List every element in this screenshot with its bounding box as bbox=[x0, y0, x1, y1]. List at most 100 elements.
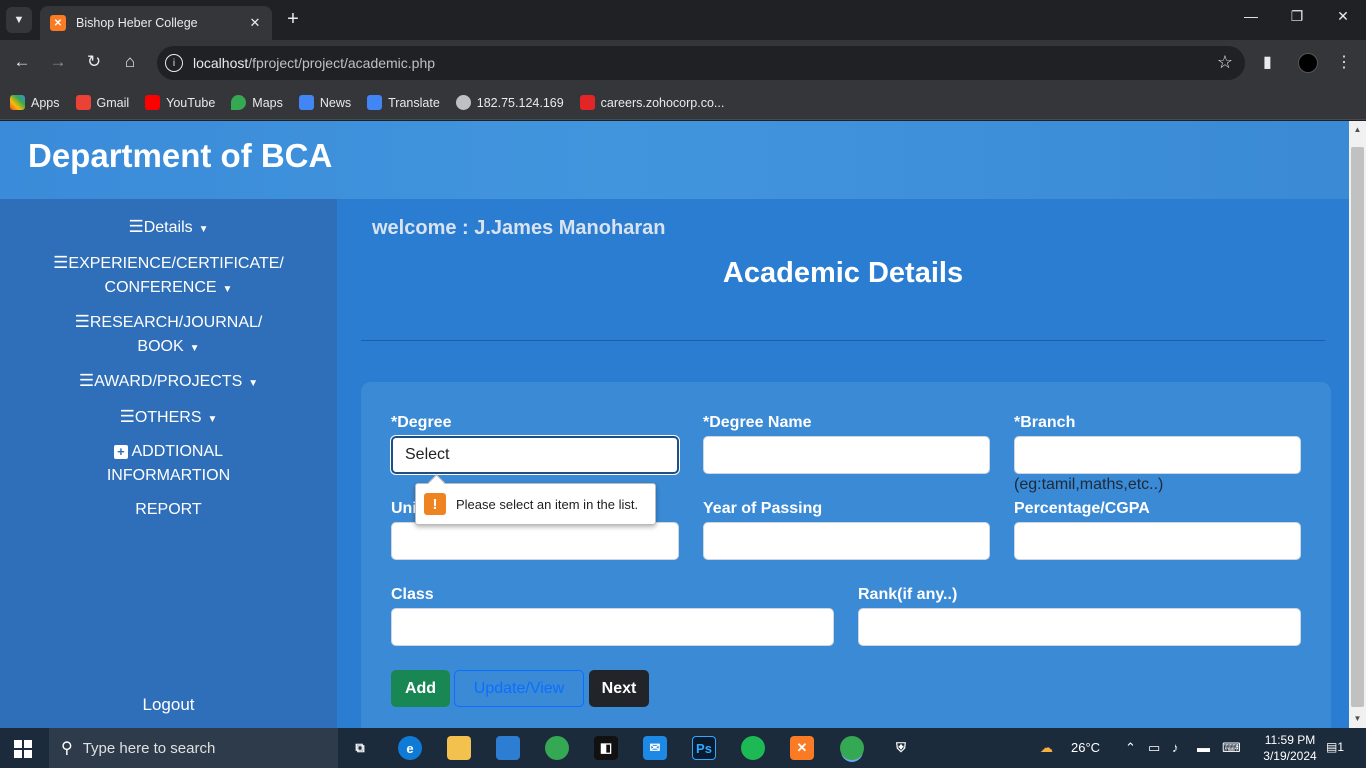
year-of-passing-input[interactable] bbox=[703, 522, 990, 560]
spotify-icon[interactable] bbox=[741, 736, 765, 760]
sidebar-item-others[interactable]: ☰OTHERS ▼ bbox=[0, 405, 337, 432]
add-button[interactable]: Add bbox=[391, 670, 450, 707]
youtube-icon bbox=[145, 95, 161, 110]
hamburger-icon: ☰ bbox=[119, 407, 135, 426]
bookmark-apps[interactable]: Apps bbox=[10, 95, 60, 110]
profile-avatar[interactable] bbox=[1298, 53, 1318, 73]
branch-label: *Branch bbox=[1014, 414, 1076, 431]
taskbar-clock[interactable]: 11:59 PM 3/19/2024 bbox=[1255, 732, 1325, 764]
degree-name-input[interactable] bbox=[703, 436, 990, 474]
scroll-down-icon[interactable]: ▼ bbox=[1349, 714, 1366, 723]
volume-icon[interactable]: ♪ bbox=[1172, 740, 1179, 755]
bookmark-ip[interactable]: 182.75.124.169 bbox=[455, 95, 564, 110]
bookmark-label: Apps bbox=[31, 95, 60, 110]
home-icon[interactable]: ⌂ bbox=[118, 52, 142, 72]
bookmark-maps[interactable]: Maps bbox=[231, 95, 283, 110]
network-icon[interactable]: ▭ bbox=[1148, 740, 1160, 756]
sidebar-item-label: AWARD/PROJECTS bbox=[94, 373, 243, 390]
keyboard-icon[interactable]: ⌨ bbox=[1222, 740, 1241, 756]
logout-link[interactable]: Logout bbox=[0, 695, 337, 715]
bookmark-label: careers.zohocorp.co... bbox=[600, 95, 725, 110]
hamburger-icon: ☰ bbox=[74, 312, 90, 331]
site-info-icon[interactable]: i bbox=[165, 54, 183, 72]
tooltip-text: Please select an item in the list. bbox=[456, 496, 639, 512]
branch-input[interactable] bbox=[1014, 436, 1301, 474]
sidebar-item-report[interactable]: REPORT bbox=[0, 498, 337, 522]
sidebar-item-experience[interactable]: ☰EXPERIENCE/CERTIFICATE/ CONFERENCE ▼ bbox=[0, 251, 337, 302]
sidebar-item-label: CONFERENCE bbox=[104, 279, 217, 296]
browser-tab[interactable]: ✕ Bishop Heber College ✕ bbox=[40, 6, 272, 40]
translate-icon bbox=[367, 95, 383, 110]
sidebar-item-additional[interactable]: + ADDTIONAL INFORMARTION bbox=[0, 440, 337, 488]
page-scrollbar[interactable]: ▲ ▼ bbox=[1349, 121, 1366, 728]
new-tab-icon[interactable]: + bbox=[282, 8, 304, 31]
edge-icon[interactable]: e bbox=[398, 736, 422, 760]
windows-start-icon[interactable] bbox=[14, 740, 32, 758]
reload-icon[interactable]: ↻ bbox=[82, 52, 106, 72]
browser-toolbar: ← → ↻ ⌂ i localhost/fproject/project/aca… bbox=[0, 40, 1366, 86]
weather-temp[interactable]: 26°C bbox=[1071, 740, 1100, 755]
bookmark-translate[interactable]: Translate bbox=[367, 95, 440, 110]
task-view-icon[interactable]: ⧉ bbox=[348, 736, 372, 760]
photoshop-icon[interactable]: Ps bbox=[692, 736, 716, 760]
sidebar-item-label: INFORMARTION bbox=[106, 467, 231, 484]
class-label: Class bbox=[391, 586, 434, 603]
bookmark-youtube[interactable]: YouTube bbox=[145, 95, 215, 110]
scroll-thumb[interactable] bbox=[1351, 147, 1364, 707]
tray-chevron-icon[interactable]: ⌃ bbox=[1125, 740, 1136, 756]
percentage-label: Percentage/CGPA bbox=[1014, 500, 1150, 517]
percentage-input[interactable] bbox=[1014, 522, 1301, 560]
bookmark-gmail[interactable]: Gmail bbox=[75, 95, 130, 110]
back-icon[interactable]: ← bbox=[10, 52, 34, 72]
window-close-icon[interactable]: ✕ bbox=[1320, 8, 1366, 25]
minimize-icon[interactable]: — bbox=[1228, 8, 1274, 24]
rank-label: Rank(if any..) bbox=[858, 586, 958, 603]
section-heading: Academic Details bbox=[722, 257, 964, 289]
bookmark-label: 182.75.124.169 bbox=[476, 95, 564, 110]
bookmark-zoho[interactable]: careers.zohocorp.co... bbox=[579, 95, 725, 110]
sidebar-item-details[interactable]: ☰Details ▼ bbox=[0, 215, 337, 242]
scroll-up-icon[interactable]: ▲ bbox=[1349, 125, 1366, 134]
xampp-icon[interactable]: ✕ bbox=[790, 736, 814, 760]
sidebar-item-label: OTHERS bbox=[134, 409, 202, 426]
address-bar[interactable]: i localhost/fproject/project/academic.ph… bbox=[157, 46, 1245, 80]
file-explorer-icon[interactable] bbox=[447, 736, 471, 760]
tab-search-chevron-icon[interactable]: ▼ bbox=[6, 7, 32, 33]
globe-icon bbox=[455, 95, 471, 110]
forward-icon[interactable]: → bbox=[46, 52, 70, 72]
restore-icon[interactable]: ❐ bbox=[1274, 8, 1320, 25]
security-shield-icon[interactable]: ⛨ bbox=[889, 736, 913, 760]
battery-icon[interactable]: ▬ bbox=[1197, 740, 1210, 755]
weather-icon[interactable]: ☁ bbox=[1040, 740, 1053, 756]
class-input[interactable] bbox=[391, 608, 834, 646]
degree-select[interactable]: Select bbox=[391, 436, 679, 474]
sidebar-item-research[interactable]: ☰RESEARCH/JOURNAL/ BOOK ▼ bbox=[0, 310, 337, 361]
dolby-icon[interactable]: ◧ bbox=[594, 736, 618, 760]
bookmark-news[interactable]: News bbox=[298, 95, 351, 110]
side-panel-icon[interactable]: ▮ bbox=[1263, 52, 1272, 72]
mail-icon[interactable]: ✉ bbox=[643, 736, 667, 760]
update-view-button[interactable]: Update/View bbox=[454, 670, 584, 707]
next-button[interactable]: Next bbox=[589, 670, 649, 707]
sidebar-item-award[interactable]: ☰AWARD/PROJECTS ▼ bbox=[0, 369, 337, 396]
store-icon[interactable] bbox=[496, 736, 520, 760]
bookmark-star-icon[interactable]: ☆ bbox=[1217, 52, 1233, 73]
xampp-favicon-icon: ✕ bbox=[50, 15, 66, 31]
hamburger-icon: ☰ bbox=[78, 371, 95, 390]
rank-input[interactable] bbox=[858, 608, 1301, 646]
chrome-active-icon[interactable] bbox=[840, 736, 864, 760]
validation-tooltip: ! Please select an item in the list. bbox=[415, 483, 656, 525]
tab-close-icon[interactable]: ✕ bbox=[244, 15, 266, 31]
notifications-icon[interactable]: ▤1 bbox=[1326, 740, 1344, 754]
taskbar-search[interactable]: ⚲ Type here to search bbox=[49, 728, 338, 768]
chrome-icon[interactable] bbox=[545, 736, 569, 760]
university-input[interactable] bbox=[391, 522, 679, 560]
year-of-passing-label: Year of Passing bbox=[703, 500, 823, 517]
url-text[interactable]: localhost/fproject/project/academic.php bbox=[193, 55, 435, 71]
bookmark-label: Gmail bbox=[96, 95, 130, 110]
chrome-menu-icon[interactable]: ⋮ bbox=[1336, 52, 1352, 72]
url-path: /fproject/project/academic.php bbox=[248, 55, 436, 71]
branch-hint: (eg:tamil,maths,etc..) bbox=[1014, 476, 1164, 493]
divider bbox=[361, 340, 1325, 341]
sidebar-item-label: BOOK bbox=[137, 338, 184, 355]
